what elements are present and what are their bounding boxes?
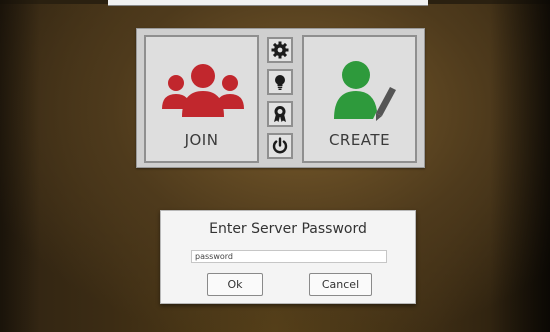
server-password-dialog: Enter Server Password Ok Cancel bbox=[160, 210, 416, 304]
create-button[interactable]: CREATE bbox=[302, 35, 417, 163]
award-ribbon-icon bbox=[274, 106, 286, 122]
group-icon bbox=[162, 64, 244, 117]
achievements-button[interactable] bbox=[267, 101, 293, 127]
user-edit-icon bbox=[334, 61, 396, 121]
settings-button[interactable] bbox=[267, 37, 293, 63]
dialog-title: Enter Server Password bbox=[209, 221, 367, 237]
power-icon bbox=[272, 137, 288, 154]
top-window-edge bbox=[108, 0, 428, 6]
lightbulb-icon bbox=[275, 75, 285, 90]
background-vignette-right bbox=[490, 0, 550, 332]
password-input[interactable] bbox=[191, 250, 387, 263]
join-label: JOIN bbox=[184, 131, 219, 149]
tips-button[interactable] bbox=[267, 69, 293, 95]
cancel-button[interactable]: Cancel bbox=[309, 273, 372, 296]
side-icon-column bbox=[265, 35, 295, 163]
ok-button[interactable]: Ok bbox=[207, 273, 263, 296]
main-menu-panel: JOIN CREATE bbox=[136, 28, 425, 168]
join-button[interactable]: JOIN bbox=[144, 35, 259, 163]
background-vignette-left bbox=[0, 0, 40, 332]
quit-button[interactable] bbox=[267, 133, 293, 159]
create-label: CREATE bbox=[328, 131, 391, 149]
gear-icon bbox=[271, 41, 289, 59]
